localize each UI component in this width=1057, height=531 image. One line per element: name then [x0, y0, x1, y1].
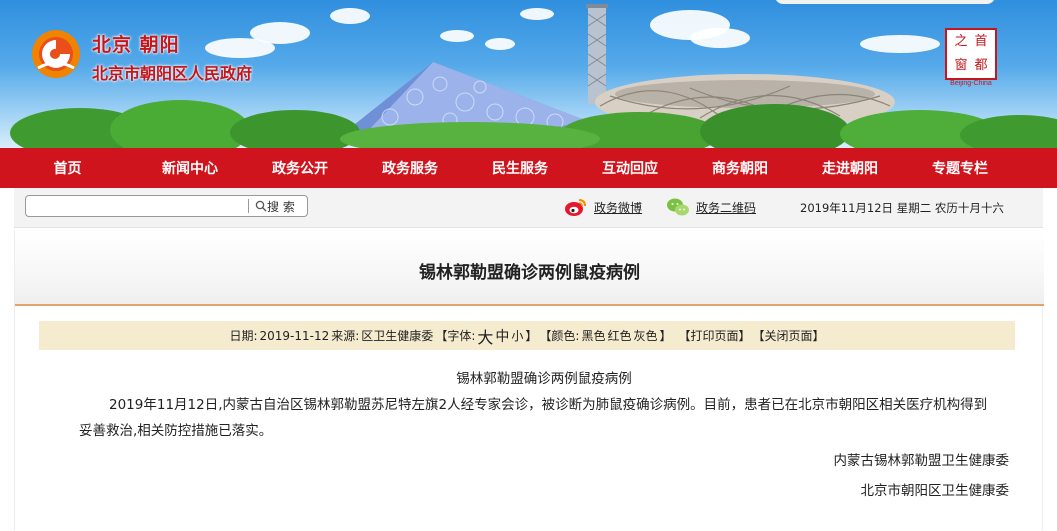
- nav-item-business[interactable]: 商务朝阳: [685, 158, 795, 178]
- font-large-button[interactable]: 大: [477, 324, 493, 348]
- current-date: 2019年11月12日 星期二 农历十月十六: [800, 201, 1004, 215]
- meta-source: 区卫生健康委: [361, 329, 434, 343]
- content-paragraph-line1: 2019年11月12日,内蒙古自治区锡林郭勒盟苏尼特左旗2人经专家会诊，被诊断为…: [109, 397, 988, 413]
- weibo-label: 政务微博: [594, 200, 643, 215]
- site-gov-name: 北京市朝阳区人民政府: [92, 64, 253, 83]
- meta-font-label: 【字体:: [435, 329, 476, 343]
- search-button-label: 搜 索: [267, 199, 295, 214]
- content-paragraph-line2: 妥善救治,相关防控措施已落实。: [79, 423, 273, 439]
- utility-bar: 搜 索 政务微博 政务二维码 2019年11月12日 星期二 农历十月十六: [14, 188, 1043, 228]
- nav-item-topics[interactable]: 专题专栏: [905, 158, 1015, 178]
- search-button[interactable]: 搜 索: [249, 198, 295, 215]
- print-page-button[interactable]: 【打印页面】: [679, 327, 751, 344]
- meta-color-end: 】: [659, 329, 672, 343]
- search-icon: [255, 200, 267, 212]
- font-medium-button[interactable]: 中: [495, 326, 509, 346]
- site-name: 北京 朝阳: [92, 34, 180, 56]
- nav-item-home[interactable]: 首页: [0, 158, 135, 178]
- search-box: 搜 索: [25, 195, 308, 217]
- logo-icon[interactable]: [30, 28, 82, 80]
- seal-char: 都: [974, 58, 988, 73]
- close-page-button[interactable]: 【关闭页面】: [753, 327, 825, 344]
- wechat-label: 政务二维码: [696, 200, 757, 215]
- nav-item-livelihood[interactable]: 民生服务: [465, 158, 575, 178]
- meta-font-end: 】: [525, 329, 538, 343]
- seal-char: 窗: [954, 58, 968, 73]
- signature-2: 北京市朝阳区卫生健康委: [860, 483, 1010, 499]
- color-red-button[interactable]: 红色: [607, 327, 631, 344]
- seal-caption: Beijing-China: [950, 80, 992, 87]
- header-banner: 北京 朝阳 北京市朝阳区人民政府 之 首 窗 都 Beijing-China: [0, 0, 1057, 148]
- article-content: 锡林郭勒盟确诊两例鼠疫病例 2019年11月12日,内蒙古自治区锡林郭勒盟苏尼特…: [79, 366, 1009, 506]
- color-black-button[interactable]: 黑色: [581, 327, 605, 344]
- top-utility-strip: [775, 0, 995, 4]
- wechat-qr-link[interactable]: 政务二维码: [666, 197, 756, 217]
- meta-source-label: 来源:: [331, 329, 360, 343]
- nav-item-explore[interactable]: 走进朝阳: [795, 158, 905, 178]
- meta-date-label: 日期:: [229, 329, 258, 343]
- article-meta-bar: 日期: 2019-11-12 来源: 区卫生健康委 【字体: 大 中 小 】 【…: [39, 321, 1015, 350]
- article-card: 锡林郭勒盟确诊两例鼠疫病例 日期: 2019-11-12 来源: 区卫生健康委 …: [14, 230, 1044, 531]
- meta-date: 2019-11-12: [259, 328, 330, 343]
- content-title: 锡林郭勒盟确诊两例鼠疫病例: [456, 371, 632, 387]
- nav-item-news[interactable]: 新闻中心: [135, 158, 245, 178]
- nav-item-interaction[interactable]: 互动回应: [575, 158, 685, 178]
- search-input[interactable]: [30, 197, 248, 215]
- weibo-link[interactable]: 政务微博: [564, 197, 642, 217]
- wechat-icon: [667, 198, 689, 216]
- article-title: 锡林郭勒盟确诊两例鼠疫病例: [419, 263, 640, 283]
- font-small-button[interactable]: 小: [511, 327, 523, 344]
- seal-icon: 之 首 窗 都: [945, 28, 997, 80]
- meta-color-label: 【颜色:: [539, 329, 580, 343]
- nav-item-gov-affairs[interactable]: 政务公开: [245, 158, 355, 178]
- seal-char: 之: [954, 34, 968, 49]
- color-gray-button[interactable]: 灰色: [633, 327, 657, 344]
- weibo-icon: [565, 199, 586, 216]
- seal-char: 首: [974, 34, 988, 49]
- signature-1: 内蒙古锡林郭勒盟卫生健康委: [833, 453, 1010, 469]
- nav-item-gov-services[interactable]: 政务服务: [355, 158, 465, 178]
- main-nav: 首页 新闻中心 政务公开 政务服务 民生服务 互动回应 商务朝阳 走进朝阳 专题…: [0, 148, 1057, 188]
- article-title-band: 锡林郭勒盟确诊两例鼠疫病例: [15, 230, 1044, 306]
